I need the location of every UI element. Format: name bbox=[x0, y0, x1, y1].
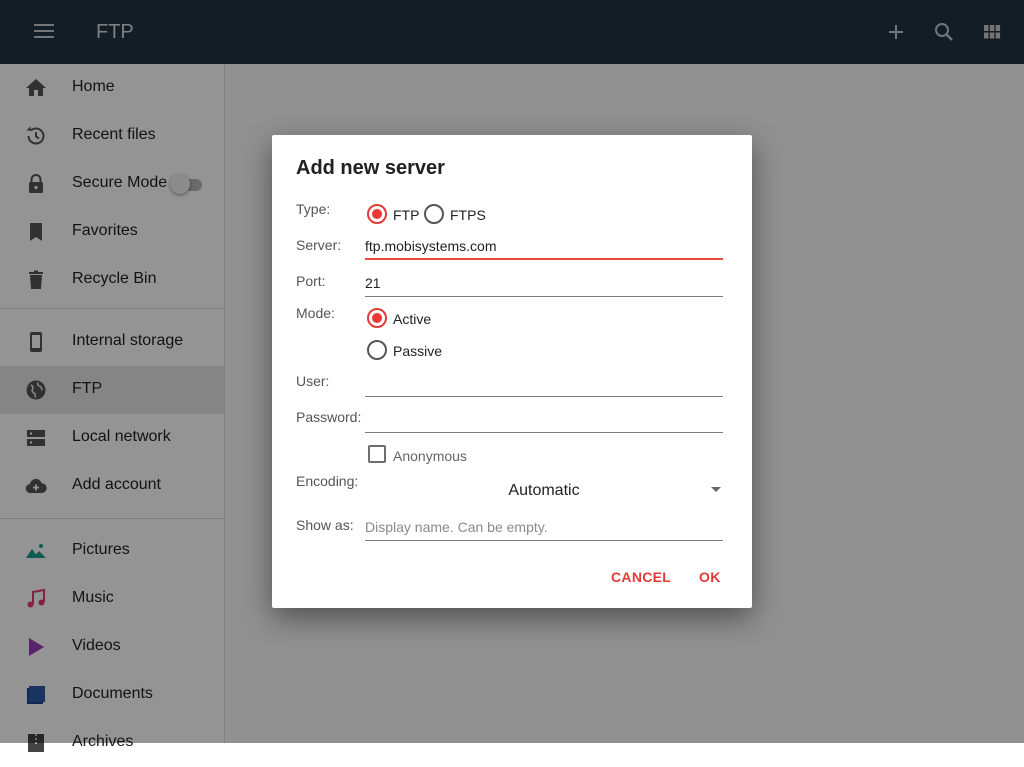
user-field-wrapper bbox=[365, 371, 723, 397]
user-field[interactable] bbox=[365, 371, 723, 395]
encoding-label: Encoding: bbox=[296, 473, 359, 489]
showas-label: Show as: bbox=[296, 517, 354, 533]
password-label: Password: bbox=[296, 409, 362, 425]
port-field[interactable] bbox=[365, 271, 723, 295]
add-server-dialog: Add new server Type: FTP FTPS Server: Po… bbox=[272, 135, 752, 608]
type-ftps-radio[interactable] bbox=[424, 204, 444, 224]
mode-passive-label[interactable]: Passive bbox=[393, 343, 442, 359]
server-field-wrapper bbox=[365, 234, 723, 260]
port-label: Port: bbox=[296, 273, 326, 289]
anonymous-label[interactable]: Anonymous bbox=[393, 448, 467, 464]
encoding-value: Automatic bbox=[508, 482, 580, 499]
type-ftp-radio[interactable] bbox=[367, 204, 387, 224]
mode-label: Mode: bbox=[296, 305, 335, 321]
dropdown-arrow-icon bbox=[711, 487, 721, 492]
port-field-wrapper bbox=[365, 271, 723, 297]
mode-passive-radio[interactable] bbox=[367, 340, 387, 360]
showas-field-wrapper bbox=[365, 515, 723, 541]
password-field-wrapper bbox=[365, 407, 723, 433]
mode-active-radio[interactable] bbox=[367, 308, 387, 328]
type-ftp-label[interactable]: FTP bbox=[393, 207, 419, 223]
server-field[interactable] bbox=[365, 234, 723, 258]
showas-field[interactable] bbox=[365, 515, 723, 539]
mode-active-label[interactable]: Active bbox=[393, 311, 431, 327]
user-label: User: bbox=[296, 373, 330, 389]
type-label: Type: bbox=[296, 201, 331, 217]
cancel-button[interactable]: CANCEL bbox=[611, 569, 671, 585]
ok-button[interactable]: OK bbox=[699, 569, 721, 585]
dialog-title: Add new server bbox=[296, 157, 445, 179]
type-ftps-label[interactable]: FTPS bbox=[450, 207, 486, 223]
encoding-select[interactable]: Automatic bbox=[365, 477, 723, 505]
anonymous-checkbox[interactable] bbox=[368, 445, 386, 463]
password-field[interactable] bbox=[365, 407, 723, 431]
server-label: Server: bbox=[296, 237, 342, 253]
